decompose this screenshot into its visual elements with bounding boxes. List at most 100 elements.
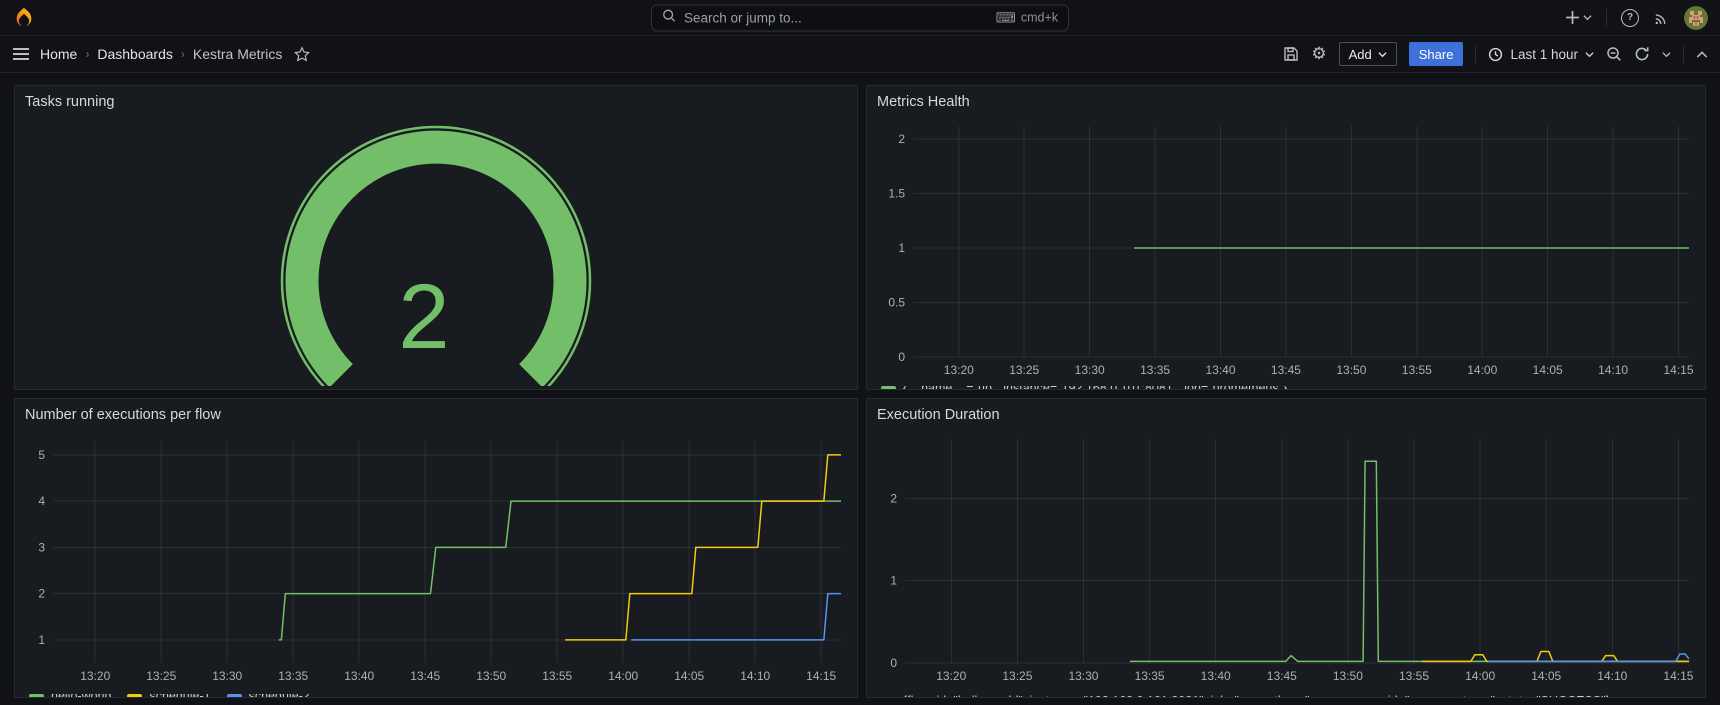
grafana-logo-icon[interactable] (12, 6, 36, 30)
add-button[interactable]: Add (1339, 42, 1397, 66)
legend-swatch-icon (127, 694, 142, 698)
news-rss-icon[interactable] (1653, 9, 1670, 26)
clock-icon (1488, 47, 1503, 62)
legend-label: schedule-2 (249, 694, 310, 698)
search-shortcut: ⌨ cmd+k (996, 11, 1058, 25)
svg-text:14:10: 14:10 (1598, 363, 1628, 377)
svg-text:13:20: 13:20 (936, 669, 966, 683)
svg-text:14:00: 14:00 (1465, 669, 1495, 683)
breadcrumb-separator: › (181, 47, 185, 61)
svg-text:13:45: 13:45 (1271, 363, 1301, 377)
series-line-schedule-2 (1488, 654, 1689, 661)
svg-text:13:30: 13:30 (1068, 669, 1098, 683)
chart-svg: 13:2013:2513:3013:3513:4013:4513:5013:55… (873, 429, 1699, 687)
divider (1606, 9, 1607, 27)
breadcrumb-home[interactable]: Home (40, 46, 77, 62)
legend-item[interactable]: {__name__="up", instance="192.168.0.101:… (881, 386, 1287, 390)
time-series-chart[interactable]: 13:2013:2513:3013:3513:4013:4513:5013:55… (21, 429, 851, 694)
collapse-caret-up-icon[interactable] (1696, 50, 1708, 59)
svg-text:2: 2 (38, 587, 45, 601)
legend-swatch-icon (881, 386, 896, 390)
user-avatar[interactable] (1684, 6, 1708, 30)
svg-text:14:15: 14:15 (806, 669, 836, 683)
legend-item[interactable]: schedule-1 (127, 694, 210, 698)
dashboard-settings-gear-icon[interactable]: ⚙ (1311, 44, 1326, 64)
series-line-hello-world (279, 501, 841, 640)
chevron-down-icon (1585, 51, 1594, 58)
svg-text:2: 2 (898, 132, 905, 146)
svg-text:3: 3 (38, 540, 45, 554)
menu-toggle-icon[interactable] (12, 47, 30, 61)
share-button[interactable]: Share (1409, 42, 1464, 66)
svg-text:1: 1 (890, 574, 897, 588)
favorite-star-icon[interactable] (294, 46, 310, 62)
chevron-down-icon (1378, 51, 1387, 58)
refresh-icon[interactable] (1634, 46, 1650, 62)
breadcrumb-current: Kestra Metrics (193, 46, 282, 62)
legend-item[interactable]: schedule-2 (227, 694, 310, 698)
svg-text:0: 0 (898, 350, 905, 364)
panel-title[interactable]: Execution Duration (867, 399, 1705, 429)
svg-text:2: 2 (890, 491, 897, 505)
nav-right-actions: ? (1565, 6, 1708, 30)
svg-text:13:45: 13:45 (1267, 669, 1297, 683)
svg-text:13:50: 13:50 (476, 669, 506, 683)
save-dashboard-icon[interactable] (1283, 46, 1299, 62)
top-navigation: Search or jump to... ⌨ cmd+k ? (0, 0, 1720, 36)
svg-text:14:15: 14:15 (1664, 363, 1694, 377)
series-line-hello-world (1130, 461, 1689, 661)
svg-text:14:05: 14:05 (1533, 363, 1563, 377)
svg-text:13:20: 13:20 (944, 363, 974, 377)
svg-text:14:00: 14:00 (1467, 363, 1497, 377)
legend-item[interactable]: {flow_id="hello-world", instance="192.16… (881, 694, 1695, 698)
dashboard-toolbar: Home › Dashboards › Kestra Metrics ⚙ Add (0, 36, 1720, 73)
svg-text:13:45: 13:45 (410, 669, 440, 683)
legend-label: schedule-1 (149, 694, 210, 698)
svg-text:13:30: 13:30 (1075, 363, 1105, 377)
svg-text:13:35: 13:35 (278, 669, 308, 683)
time-series-chart[interactable]: 13:2013:2513:3013:3513:4013:4513:5013:55… (873, 116, 1699, 386)
legend-item[interactable]: hello-world (29, 694, 111, 698)
zoom-out-time-icon[interactable] (1606, 46, 1622, 62)
search-input[interactable]: Search or jump to... ⌨ cmd+k (651, 4, 1069, 31)
svg-text:13:40: 13:40 (344, 669, 374, 683)
panel-executions-per-flow: Number of executions per flow 13:20 13:25… (14, 398, 858, 698)
new-menu-button[interactable] (1565, 10, 1592, 25)
panel-tasks-running: Tasks running 2 (14, 85, 858, 390)
time-range-picker[interactable]: Last 1 hour (1488, 47, 1594, 62)
breadcrumb-separator: › (85, 47, 89, 61)
svg-text:14:15: 14:15 (1663, 669, 1693, 683)
divider (1475, 45, 1476, 63)
svg-text:14:10: 14:10 (740, 669, 770, 683)
panel-title[interactable]: Tasks running (15, 86, 857, 116)
svg-text:13:40: 13:40 (1206, 363, 1236, 377)
refresh-interval-chevron-icon[interactable] (1662, 51, 1671, 58)
chart-legend: {__name__="up", instance="192.168.0.101:… (867, 386, 1705, 390)
keyboard-icon: ⌨ (996, 11, 1016, 25)
panel-title[interactable]: Number of executions per flow (15, 399, 857, 429)
series-line-schedule-1 (1422, 651, 1689, 661)
svg-text:13:40: 13:40 (1201, 669, 1231, 683)
svg-text:1: 1 (38, 633, 45, 647)
panel-execution-duration: Execution Duration 13:20 13:25 13:30 13:35 1… (866, 398, 1706, 698)
time-series-chart[interactable]: 13:2013:2513:3013:3513:4013:4513:5013:55… (873, 429, 1699, 692)
svg-text:14:05: 14:05 (674, 669, 704, 683)
svg-text:13:20: 13:20 (80, 669, 110, 683)
svg-text:13:25: 13:25 (1009, 363, 1039, 377)
svg-text:13:25: 13:25 (146, 669, 176, 683)
svg-text:14:00: 14:00 (608, 669, 638, 683)
dashboard-grid: Tasks running 2 Metrics Health 13:20 13:2… (0, 73, 1720, 698)
svg-text:13:55: 13:55 (1402, 363, 1432, 377)
svg-text:13:35: 13:35 (1135, 669, 1165, 683)
svg-text:5: 5 (38, 448, 45, 462)
gauge-value-text: 2 (398, 266, 449, 368)
search-icon (662, 8, 676, 27)
help-icon[interactable]: ? (1621, 9, 1639, 27)
legend-swatch-icon (227, 694, 242, 698)
svg-text:4: 4 (38, 494, 45, 508)
svg-text:1.5: 1.5 (888, 187, 905, 201)
svg-text:13:25: 13:25 (1002, 669, 1032, 683)
breadcrumb-dashboards[interactable]: Dashboards (97, 46, 173, 62)
panel-title[interactable]: Metrics Health (867, 86, 1705, 116)
legend-label: {flow_id="hello-world", instance="192.16… (903, 694, 1610, 698)
